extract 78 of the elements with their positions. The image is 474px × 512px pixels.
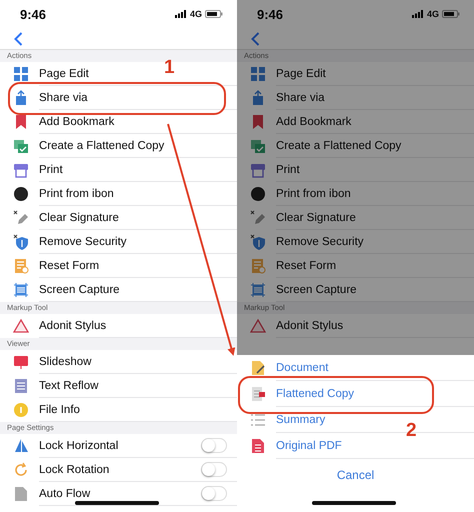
notepad-icon — [13, 378, 29, 394]
pen-icon — [250, 210, 266, 226]
bookmark-icon — [250, 114, 266, 130]
menu-item[interactable]: Print — [39, 164, 237, 176]
menu-item[interactable]: Create a Flattened Copy — [39, 140, 237, 152]
document-pen-icon — [250, 360, 266, 376]
pen-icon — [13, 210, 29, 226]
triangle-icon — [250, 318, 266, 334]
rotate-icon — [13, 462, 29, 478]
menu-item[interactable]: Share via — [39, 92, 237, 104]
menu-item[interactable]: Adonit Stylus — [276, 320, 474, 332]
menu-item[interactable]: Add Bookmark — [276, 116, 474, 128]
flat-document-icon — [250, 386, 266, 402]
screen-capture-icon — [13, 282, 29, 298]
menu-item[interactable]: Auto Flow — [39, 488, 201, 500]
sheet-option[interactable]: Original PDF — [276, 440, 474, 452]
pdf-icon — [250, 438, 266, 454]
menu-item[interactable]: Remove Security — [39, 236, 237, 248]
status-time: 9:46 — [20, 6, 48, 22]
menu-item[interactable]: Create a Flattened Copy — [276, 140, 474, 152]
document-copy-icon — [250, 138, 266, 154]
grid-icon — [13, 66, 29, 82]
printer-icon — [13, 162, 29, 178]
cancel-button[interactable]: Cancel — [330, 466, 380, 484]
battery-icon — [442, 10, 460, 18]
screen-capture-icon — [250, 282, 266, 298]
document-copy-icon — [13, 138, 29, 154]
network-label: 4G — [426, 9, 439, 19]
printer-icon — [250, 162, 266, 178]
menu-item[interactable]: Share via — [276, 92, 474, 104]
sail-icon — [13, 438, 29, 454]
signal-icon — [412, 10, 424, 18]
status-time: 9:46 — [257, 6, 284, 22]
step-number: 2 — [406, 421, 417, 440]
shield-icon — [13, 234, 29, 250]
document-icon — [13, 486, 29, 502]
form-icon — [13, 258, 29, 274]
shield-icon — [250, 234, 266, 250]
menu-item[interactable]: Page Edit — [276, 68, 474, 80]
menu-item[interactable]: Screen Capture — [39, 284, 237, 296]
signal-icon — [174, 10, 187, 18]
back-chevron-icon[interactable] — [251, 32, 260, 46]
list-icon — [250, 412, 266, 428]
toggle-switch[interactable] — [201, 438, 227, 453]
menu-item[interactable]: Adonit Stylus — [39, 320, 237, 332]
screen-icon — [13, 354, 29, 370]
battery-icon — [205, 10, 223, 18]
back-chevron-icon[interactable] — [14, 32, 23, 46]
round-logo-icon — [250, 186, 266, 202]
menu-item[interactable]: Lock Rotation — [39, 464, 201, 476]
round-logo-icon — [13, 186, 29, 202]
network-label: 4G — [190, 9, 202, 19]
menu-item[interactable]: Clear Signature — [39, 212, 237, 224]
toggle-switch[interactable] — [201, 486, 227, 501]
menu-item[interactable]: Screen Capture — [276, 284, 474, 296]
menu-item[interactable]: Reset Form — [276, 260, 474, 272]
menu-item[interactable]: Print — [276, 164, 474, 176]
bookmark-icon — [13, 114, 29, 130]
form-icon — [250, 258, 266, 274]
menu-item[interactable]: File Info — [39, 404, 237, 416]
menu-item[interactable]: Lock Horizontal — [39, 440, 201, 452]
menu-item[interactable]: Print from ibon — [276, 188, 474, 200]
grid-icon — [250, 66, 266, 82]
menu-item[interactable]: Remove Security — [276, 236, 474, 248]
menu-item[interactable]: Print from ibon — [39, 188, 237, 200]
toggle-switch[interactable] — [201, 462, 227, 477]
sheet-option[interactable]: Flattened Copy — [276, 388, 474, 400]
share-icon — [250, 90, 266, 106]
info-icon — [13, 402, 29, 418]
triangle-icon — [13, 318, 29, 334]
menu-item[interactable]: Add Bookmark — [39, 116, 237, 128]
menu-item[interactable]: Reset Form — [39, 260, 237, 272]
sheet-option[interactable]: Document — [276, 362, 474, 374]
share-icon — [13, 90, 29, 106]
menu-item[interactable]: Clear Signature — [276, 212, 474, 224]
menu-item[interactable]: Text Reflow — [39, 380, 237, 392]
step-number: 1 — [164, 58, 175, 77]
menu-item[interactable]: Slideshow — [39, 356, 237, 368]
